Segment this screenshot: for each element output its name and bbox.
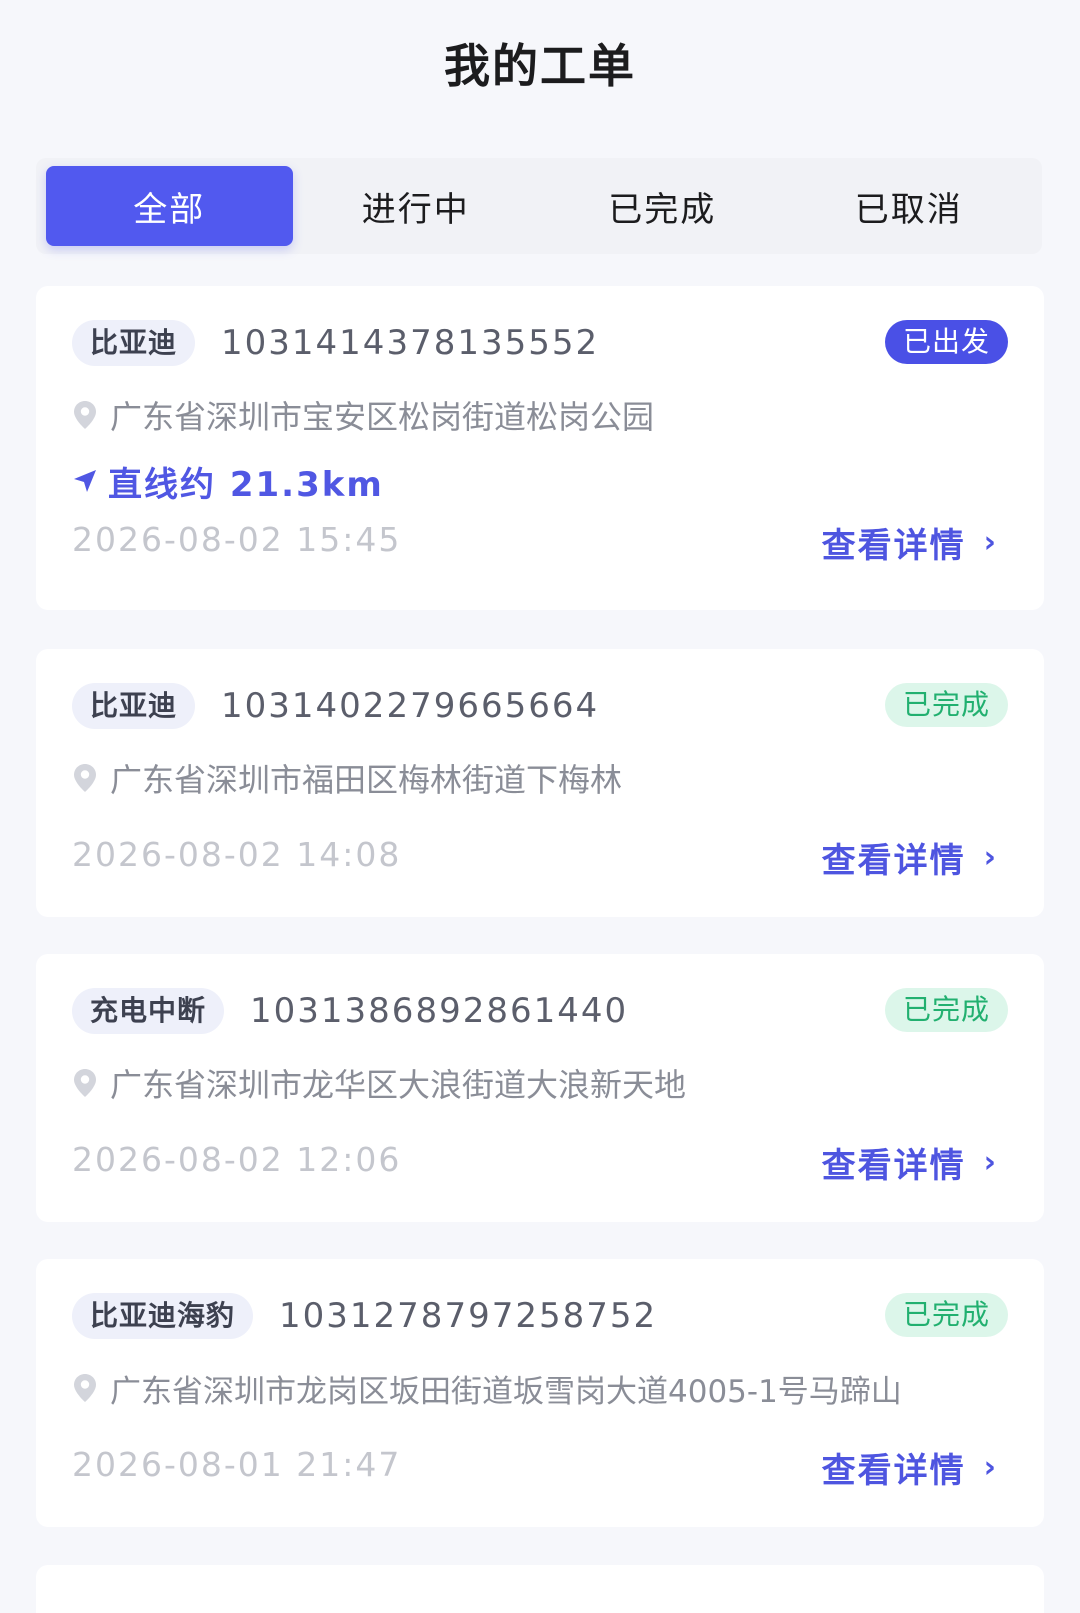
chevron-right-icon: › [983, 840, 998, 875]
distance-text: 直线约 21.3km [108, 464, 384, 505]
order-number: 1031278797258752 [279, 1296, 658, 1336]
order-address: 广东省深圳市龙华区大浪街道大浪新天地 [72, 1060, 1014, 1106]
tab-in-progress[interactable]: 进行中 [293, 166, 540, 246]
location-pin-icon [74, 1374, 96, 1402]
order-time: 2026-08-02 15:45 [72, 520, 402, 559]
view-detail-link[interactable]: 查看详情 › [822, 1443, 998, 1492]
status-tab-bar: 全部 进行中 已完成 已取消 [36, 158, 1042, 254]
order-number: 1031386892861440 [250, 991, 629, 1031]
order-card[interactable]: 比亚迪 1031414378135552 已出发 广东省深圳市宝安区松岗街道松岗… [36, 286, 1044, 610]
status-badge: 已完成 [884, 1293, 1008, 1337]
chevron-right-icon: › [983, 1450, 998, 1485]
address-text: 广东省深圳市龙华区大浪街道大浪新天地 [110, 1066, 687, 1104]
view-detail-label: 查看详情 [821, 526, 966, 566]
status-badge: 已完成 [884, 988, 1008, 1032]
order-time: 2026-08-01 21:47 [72, 1445, 402, 1484]
chevron-right-icon: › [983, 1145, 998, 1180]
order-address: 广东省深圳市福田区梅林街道下梅林 [72, 755, 1014, 801]
view-detail-label: 查看详情 [821, 841, 966, 881]
view-detail-link[interactable]: 查看详情 › [822, 1138, 998, 1187]
order-address: 广东省深圳市宝安区松岗街道松岗公园 [72, 392, 1014, 438]
chevron-right-icon: › [983, 525, 998, 560]
order-card[interactable]: 充电中断 1031386892861440 已完成 广东省深圳市龙华区大浪街道大… [36, 954, 1044, 1222]
vehicle-tag: 比亚迪 [72, 683, 196, 729]
view-detail-label: 查看详情 [821, 1451, 966, 1491]
order-address: 广东省深圳市龙岗区坂田街道坂雪岗大道4005-1号马蹄山 [72, 1365, 1014, 1411]
location-pin-icon [74, 764, 96, 792]
tab-all[interactable]: 全部 [46, 166, 293, 246]
order-number: 1031402279665664 [221, 686, 600, 726]
distance-row: 直线约 21.3km [72, 458, 384, 505]
view-detail-link[interactable]: 查看详情 › [822, 833, 998, 882]
order-number: 1031414378135552 [221, 323, 600, 363]
location-pin-icon [74, 401, 96, 429]
fault-tag: 充电中断 [72, 988, 225, 1034]
tab-completed[interactable]: 已完成 [539, 166, 786, 246]
address-text: 广东省深圳市宝安区松岗街道松岗公园 [110, 398, 655, 436]
order-time: 2026-08-02 14:08 [72, 835, 402, 874]
tab-cancelled[interactable]: 已取消 [786, 166, 1033, 246]
page-title: 我的工单 [444, 39, 636, 93]
view-detail-link[interactable]: 查看详情 › [822, 518, 998, 567]
location-pin-icon [74, 1069, 96, 1097]
view-detail-label: 查看详情 [821, 1146, 966, 1186]
address-text: 广东省深圳市福田区梅林街道下梅林 [110, 761, 623, 799]
vehicle-tag: 比亚迪海豹 [72, 1293, 254, 1339]
vehicle-tag: 比亚迪 [72, 320, 196, 366]
status-badge: 已完成 [884, 683, 1008, 727]
status-badge: 已出发 [884, 320, 1008, 364]
order-card[interactable]: 比亚迪 1031402279665664 已完成 广东省深圳市福田区梅林街道下梅… [36, 649, 1044, 917]
order-time: 2026-08-02 12:06 [72, 1140, 402, 1179]
order-card[interactable]: 比亚迪海豹 1031278797258752 已完成 广东省深圳市龙岗区坂田街道… [36, 1259, 1044, 1527]
order-card-partial[interactable] [36, 1565, 1044, 1613]
navigation-arrow-icon [74, 470, 96, 492]
address-text: 广东省深圳市龙岗区坂田街道坂雪岗大道4005-1号马蹄山 [110, 1373, 902, 1410]
